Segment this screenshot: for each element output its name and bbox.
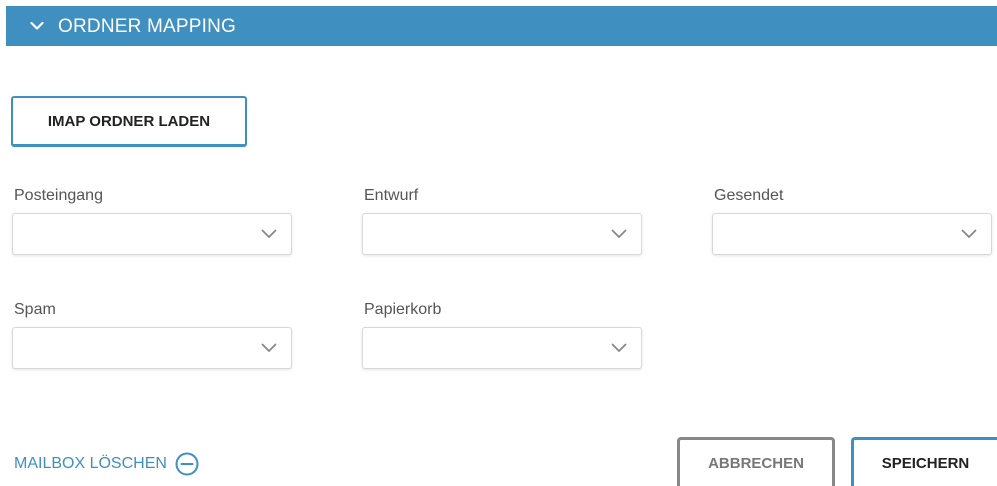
spam-label: Spam <box>14 301 56 318</box>
ordner-mapping-panel: ORDNER MAPPING IMAP ORDNER LADEN Postein… <box>0 0 997 486</box>
cancel-button[interactable]: ABBRECHEN <box>677 437 835 486</box>
section-header-ordner-mapping[interactable]: ORDNER MAPPING <box>6 6 997 46</box>
section-title: ORDNER MAPPING <box>58 15 237 37</box>
chevron-down-icon <box>611 343 627 353</box>
delete-mailbox-link[interactable]: MAILBOX LÖSCHEN <box>14 452 199 476</box>
chevron-down-icon <box>261 229 277 239</box>
load-imap-folders-button[interactable]: IMAP ORDNER LADEN <box>11 96 247 147</box>
minus-circle-icon[interactable] <box>175 452 199 476</box>
sent-label: Gesendet <box>714 187 784 204</box>
chevron-down-icon <box>261 343 277 353</box>
draft-label: Entwurf <box>364 187 419 204</box>
chevron-down-icon <box>961 229 977 239</box>
chevron-down-icon <box>30 19 44 33</box>
draft-select[interactable] <box>362 213 642 255</box>
trash-select[interactable] <box>362 327 642 369</box>
inbox-label: Posteingang <box>14 187 103 204</box>
trash-label: Papierkorb <box>364 301 442 318</box>
delete-mailbox-label: MAILBOX LÖSCHEN <box>14 455 167 472</box>
sent-select[interactable] <box>712 213 992 255</box>
inbox-select[interactable] <box>12 213 292 255</box>
spam-select[interactable] <box>12 327 292 369</box>
save-button[interactable]: SPEICHERN <box>851 437 997 486</box>
chevron-down-icon <box>611 229 627 239</box>
